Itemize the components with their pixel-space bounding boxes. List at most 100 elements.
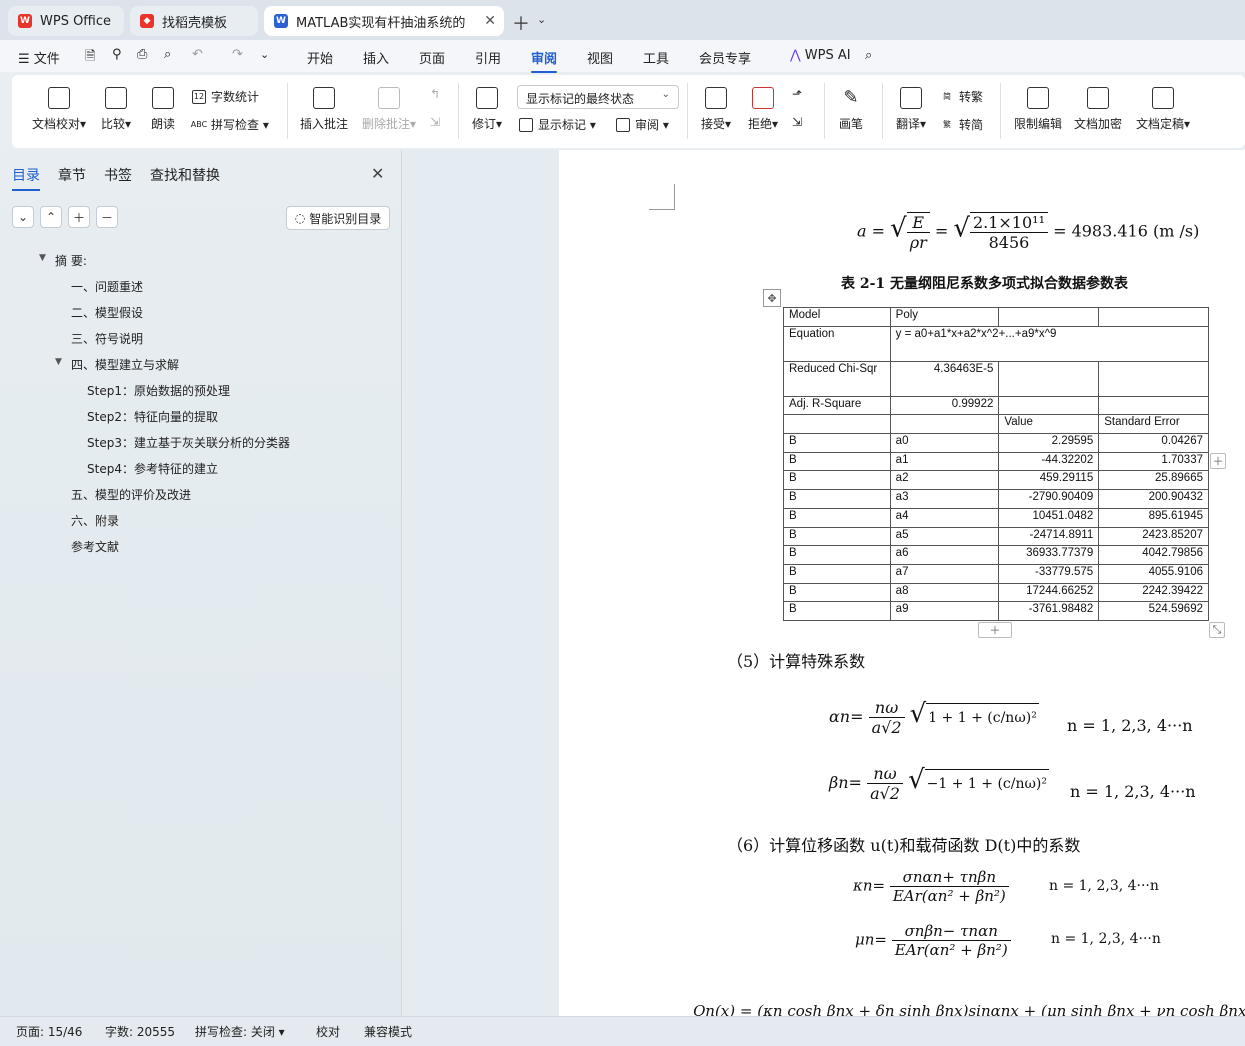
table-cell[interactable]: Reduced Chi-Sqr (783, 360, 891, 397)
table-cell[interactable] (1098, 307, 1209, 327)
menu-references[interactable]: 引用 (475, 48, 501, 67)
table-cell[interactable]: 4042.79856 (1098, 545, 1209, 565)
finalize-button[interactable]: 文档定稿▾ (1132, 87, 1194, 132)
table-cell[interactable]: 17244.66252 (998, 582, 1100, 603)
table-cell[interactable]: -24714.8911 (998, 526, 1100, 547)
table-cell[interactable] (1098, 395, 1209, 416)
proofread-button[interactable]: 校对 (316, 1023, 340, 1040)
table-cell[interactable]: B (783, 563, 891, 584)
toc-item[interactable]: 三、符号说明 (71, 330, 143, 347)
table-cell[interactable]: a9 (889, 601, 1000, 621)
nav-tab-toc[interactable]: 目录 (12, 165, 40, 191)
toc-item[interactable]: Step2：特征向量的提取 (87, 408, 218, 425)
table-cell[interactable] (998, 307, 1100, 327)
table-cell[interactable]: B (783, 582, 891, 603)
tab-docer-templates[interactable]: ◆ 找稻壳模板 (130, 6, 258, 36)
menu-wps-ai[interactable]: ⋀ WPS AI (790, 48, 851, 63)
share-icon[interactable]: ⚲ (112, 47, 122, 62)
nav-tab-find-replace[interactable]: 查找和替换 (150, 165, 220, 185)
compare-button[interactable]: 比较▾ (98, 87, 134, 132)
menu-membership[interactable]: 会员专享 (699, 48, 751, 67)
undo-icon[interactable]: ↶ (192, 47, 203, 62)
table-cell[interactable]: 524.59692 (1098, 601, 1209, 621)
show-markup-button[interactable]: 显示标记 ▾ (519, 116, 596, 133)
table-cell[interactable]: B (783, 433, 891, 453)
toc-item[interactable]: 一、问题重述 (71, 278, 143, 295)
table-cell[interactable]: B (783, 526, 891, 547)
table-cell[interactable]: -3761.98482 (998, 601, 1100, 621)
close-icon[interactable]: ✕ (371, 164, 384, 183)
table-cell[interactable]: B (783, 489, 891, 509)
toc-item[interactable]: Step4：参考特征的建立 (87, 460, 218, 477)
table-cell[interactable]: Adj. R-Square (783, 395, 891, 416)
table-cell[interactable]: 2423.85207 (1098, 526, 1209, 547)
table-cell[interactable]: B (783, 601, 891, 621)
restrict-edit-button[interactable]: 限制编辑 (1012, 87, 1064, 132)
menu-review[interactable]: 审阅 (531, 48, 558, 73)
table-cell[interactable]: a4 (889, 507, 1000, 528)
next-comment-icon[interactable]: ⇲ (430, 115, 440, 129)
translate-button[interactable]: 翻译▾ (892, 87, 930, 132)
table-cell[interactable]: 10451.0482 (998, 507, 1100, 528)
table-cell[interactable]: -2790.90409 (998, 489, 1100, 509)
table-cell[interactable]: 1.70337 (1098, 451, 1209, 472)
print-preview-icon[interactable]: ⌕ (164, 47, 171, 62)
menu-page[interactable]: 页面 (419, 48, 445, 67)
accept-button[interactable]: 接受▾ (698, 87, 734, 132)
nav-tab-chapters[interactable]: 章节 (58, 165, 86, 185)
table-cell[interactable]: 0.99922 (889, 395, 1000, 416)
table-cell[interactable]: 459.29115 (998, 470, 1100, 491)
toc-item[interactable]: ▼ 摘 要: (39, 252, 87, 269)
chevron-down-icon[interactable]: ⌄ (537, 13, 546, 26)
word-count-indicator[interactable]: 字数: 20555 (105, 1023, 175, 1040)
table-cell[interactable]: a1 (889, 451, 1000, 472)
page-indicator[interactable]: 页面: 15/46 (16, 1023, 82, 1040)
toc-item[interactable]: 五、模型的评价及改进 (71, 486, 191, 503)
menu-insert[interactable]: 插入 (363, 48, 389, 67)
table-cell[interactable] (1098, 360, 1209, 397)
prev-change-icon[interactable]: ⬏ (792, 87, 802, 101)
table-cell[interactable]: Equation (783, 325, 891, 362)
move-table-icon[interactable]: ✥ (763, 289, 781, 307)
table-cell[interactable] (998, 395, 1100, 416)
insert-comment-button[interactable]: 插入批注 (298, 87, 350, 132)
table-cell[interactable]: 200.90432 (1098, 489, 1209, 509)
pen-button[interactable]: ✎ 画笔 (836, 87, 866, 132)
collapse-up-icon[interactable]: ⌃ (40, 206, 62, 228)
tab-wps-office[interactable]: W WPS Office (8, 6, 124, 36)
review-pane-button[interactable]: 审阅 ▾ (616, 116, 669, 133)
toc-item[interactable]: Step3：建立基于灰关联分析的分类器 (87, 434, 290, 451)
table-cell[interactable]: -33779.575 (998, 563, 1100, 584)
add-row-icon[interactable]: ＋ (978, 622, 1012, 638)
toc-item[interactable]: 二、模型假设 (71, 304, 143, 321)
document-page[interactable]: a = √ Eρr = √ 2.1×10¹¹ 8456 = 4983.416 (m /… (559, 150, 1245, 1016)
toc-item[interactable]: ▼ 四、模型建立与求解 (55, 356, 179, 373)
table-cell[interactable] (783, 414, 891, 435)
table-cell[interactable]: 4055.9106 (1098, 563, 1209, 584)
table-header-cell[interactable]: Value (998, 414, 1100, 435)
table-cell[interactable]: a6 (889, 545, 1000, 565)
new-tab-icon[interactable]: ＋ (512, 10, 530, 36)
table-cell[interactable] (889, 414, 1000, 435)
table-header-cell[interactable]: Standard Error (1098, 414, 1209, 435)
close-icon[interactable]: ✕ (484, 13, 496, 29)
table-cell[interactable]: a7 (889, 563, 1000, 584)
menu-view[interactable]: 视图 (587, 48, 613, 67)
table-cell[interactable]: -44.32202 (998, 451, 1100, 472)
prev-comment-icon[interactable]: ↰ (430, 87, 440, 101)
table-cell[interactable]: 25.89665 (1098, 470, 1209, 491)
table-cell[interactable]: 2242.39422 (1098, 582, 1209, 603)
add-column-icon[interactable]: ＋ (1210, 453, 1226, 469)
menu-file[interactable]: ☰ 文件 (18, 48, 60, 67)
track-changes-button[interactable]: 修订▾ (468, 87, 506, 132)
encrypt-button[interactable]: 文档加密 (1072, 87, 1124, 132)
table-cell[interactable]: B (783, 545, 891, 565)
next-change-icon[interactable]: ⇲ (792, 115, 802, 129)
markup-mode-select[interactable]: 显示标记的最终状态 ⌄ (517, 85, 679, 109)
print-icon[interactable]: ⎙ (137, 47, 147, 62)
table-cell[interactable]: 895.61945 (1098, 507, 1209, 528)
table-cell[interactable]: a3 (889, 489, 1000, 509)
spell-check-status[interactable]: 拼写检查: 关闭 ▾ (195, 1023, 285, 1040)
toc-item[interactable]: Step1：原始数据的预处理 (87, 382, 230, 399)
table-cell[interactable] (998, 360, 1100, 397)
